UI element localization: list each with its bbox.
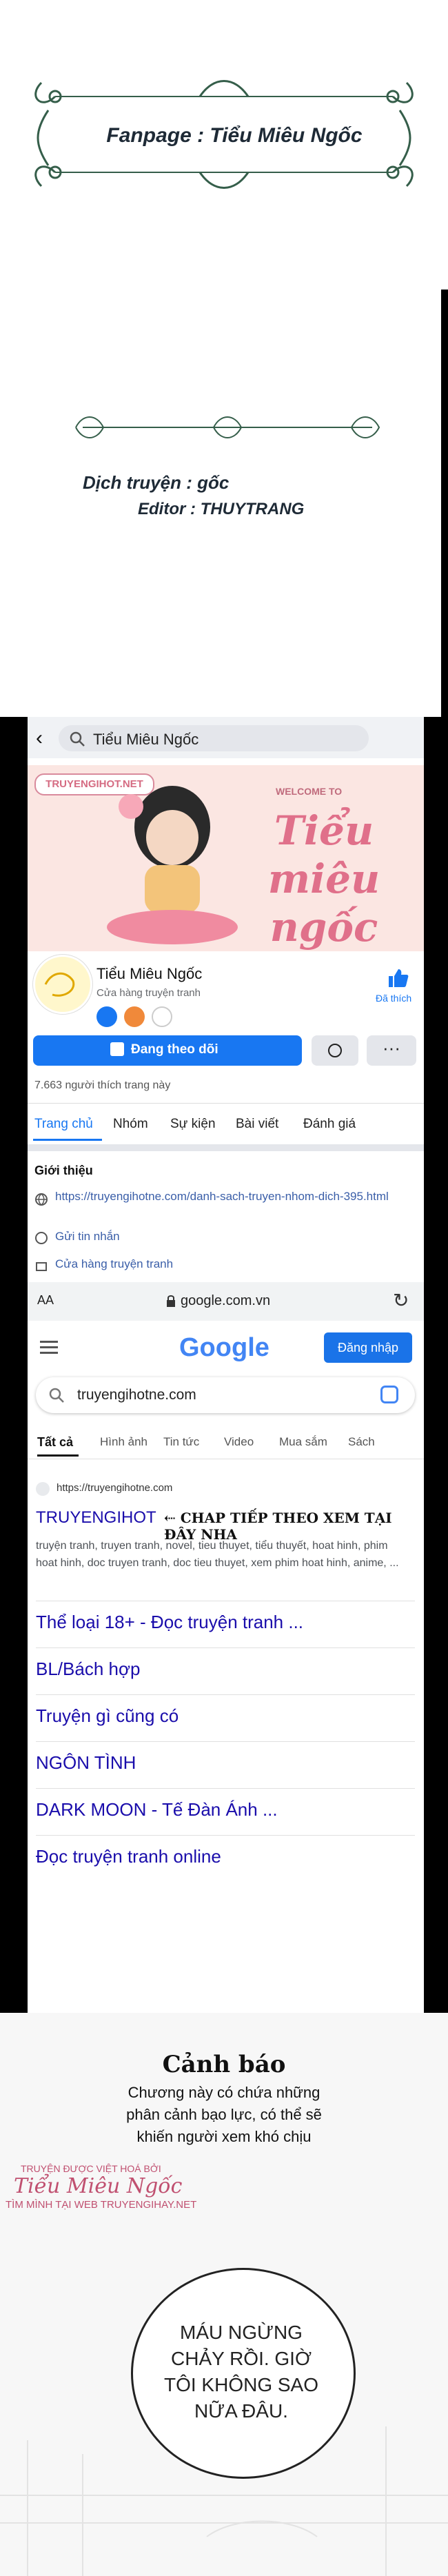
banner-welcome: WELCOME TO <box>276 786 343 797</box>
tab-groups[interactable]: Nhóm <box>113 1117 148 1132</box>
reader-mode-button[interactable]: AA <box>37 1293 54 1308</box>
site-favicon-icon <box>36 1482 50 1496</box>
store-icon <box>36 1262 47 1271</box>
like-label: Đã thích <box>376 993 412 1004</box>
sitelink-3[interactable]: Truyện gì cũng có <box>36 1705 179 1727</box>
right-frame <box>424 717 448 2013</box>
sitelink-1[interactable]: Thể loại 18+ - Đọc truyện tranh ... <box>36 1612 303 1633</box>
bubble-line-1: MÁU NGỪNG <box>180 2322 303 2343</box>
messenger-button[interactable] <box>312 1035 358 1066</box>
divider <box>36 1647 415 1648</box>
gtab-indicator <box>37 1454 79 1457</box>
gtab-books[interactable]: Sách <box>348 1435 375 1449</box>
warning-line-2: phân cảnh bạo lực, có thể sẽ <box>126 2106 322 2123</box>
google-logo: Google <box>179 1333 269 1362</box>
verified-icon[interactable] <box>152 1006 172 1027</box>
tab-events[interactable]: Sự kiện <box>170 1117 216 1132</box>
messenger-small-icon <box>35 1232 48 1244</box>
globe-icon <box>35 1193 48 1206</box>
avatar-doodle-icon <box>44 972 75 997</box>
likes-count: 7.663 người thích trang này <box>34 1079 171 1091</box>
gtab-news[interactable]: Tin tức <box>163 1435 199 1449</box>
send-message-link[interactable]: Gửi tin nhắn <box>55 1230 120 1244</box>
divider <box>36 1788 415 1789</box>
tab-reviews[interactable]: Đánh giá <box>303 1117 356 1132</box>
watermark-top: TRUYỆN ĐƯỢC VIỆT HOÁ BỞI <box>21 2163 161 2174</box>
sign-in-button[interactable]: Đăng nhập <box>324 1332 412 1363</box>
info-icon[interactable] <box>96 1006 117 1027</box>
divider <box>36 1741 415 1742</box>
bubble-line-2: CHẢY RỒI. GIỜ <box>171 2348 312 2369</box>
fanpage-credit: Fanpage : Tiểu Miêu Ngốc <box>106 124 363 147</box>
warning-line-1: Chương này có chứa những <box>128 2084 320 2101</box>
follow-check-icon <box>110 1042 124 1056</box>
edge-bar <box>441 290 448 717</box>
result-url[interactable]: https://truyengihotne.com <box>57 1482 172 1494</box>
badge-icon[interactable] <box>124 1006 145 1027</box>
page-name: Tiểu Miêu Ngốc <box>96 965 203 982</box>
warning-line-3: khiến người xem khó chịu <box>136 2128 312 2145</box>
translator-credit: Dịch truyện : gốc <box>83 472 230 493</box>
gtab-all[interactable]: Tất cả <box>37 1435 73 1450</box>
comic-panel: Cảnh báo Chương này có chứa những phân c… <box>0 2013 448 2576</box>
cover-banner: TRUYENGIHOT.NET WELCOME TO Tiểu miêu ngố… <box>28 765 424 951</box>
sitelink-2[interactable]: BL/Bách hợp <box>36 1659 140 1680</box>
messenger-icon <box>328 1044 342 1057</box>
divider <box>36 1694 415 1695</box>
fb-search-value: Tiểu Miêu Ngốc <box>93 731 199 748</box>
intro-link[interactable]: https://truyengihotne.com/danh-sach-truy… <box>55 1188 400 1205</box>
watermark-bottom: TÌM MÌNH TẠI WEB TRUYENGIHAY.NET <box>6 2199 197 2211</box>
tab-posts[interactable]: Bài viết <box>236 1117 278 1132</box>
left-frame <box>0 717 28 2013</box>
credits-section: Fanpage : Tiểu Miêu Ngốc Dịch truyện : g… <box>0 0 448 717</box>
sitelink-5[interactable]: DARK MOON - Tế Đàn Ánh ... <box>36 1799 278 1821</box>
following-label: Đang theo dõi <box>131 1042 218 1057</box>
tab-home[interactable]: Trang chủ <box>34 1117 93 1132</box>
intro-heading: Giới thiệu <box>34 1164 93 1177</box>
ornament-divider <box>75 416 380 438</box>
lens-icon[interactable] <box>380 1386 398 1403</box>
phone-screenshot: ‹ Tiểu Miêu Ngốc TRUYENGIHOT.NET WELCOME… <box>28 717 424 2013</box>
store-link[interactable]: Cửa hàng truyện tranh <box>55 1257 173 1271</box>
girl-illustration <box>107 786 238 944</box>
back-arrow-icon[interactable]: ‹ <box>36 727 43 750</box>
search-icon <box>70 731 85 747</box>
gtab-shopping[interactable]: Mua sắm <box>279 1435 327 1449</box>
page-category: Cửa hàng truyện tranh <box>96 987 201 999</box>
gtab-images[interactable]: Hình ảnh <box>100 1435 147 1449</box>
more-button[interactable]: ··· <box>367 1035 416 1066</box>
divider <box>28 1103 424 1104</box>
banner-script-title: Tiểu miêu ngốc <box>267 807 380 951</box>
divider <box>36 1835 415 1836</box>
result-snippet: truyện tranh, truyen tranh, novel, tieu … <box>36 1540 399 1569</box>
hamburger-menu-icon[interactable] <box>40 1341 58 1343</box>
bubble-line-4: NỮA ĐÂU. <box>194 2400 288 2422</box>
result-title[interactable]: TRUYENGIHOT <box>36 1508 156 1528</box>
tab-active-indicator <box>33 1139 102 1141</box>
editor-credit: Editor : THUYTRANG <box>138 500 305 518</box>
watermark-name: Tiểu Miêu Ngốc <box>14 2174 183 2198</box>
gtab-video[interactable]: Video <box>224 1435 254 1449</box>
sitelink-4[interactable]: NGÔN TÌNH <box>36 1752 136 1774</box>
section-gap <box>28 1144 424 1151</box>
lock-icon <box>167 1295 175 1307</box>
avatar[interactable] <box>33 955 92 1014</box>
thumbs-up-icon[interactable] <box>386 966 409 990</box>
google-query: truyengihotne.com <box>77 1387 196 1403</box>
sitelink-6[interactable]: Đọc truyện tranh online <box>36 1846 221 1867</box>
warning-title: Cảnh báo <box>162 2051 286 2078</box>
url-domain[interactable]: google.com.vn <box>181 1293 270 1309</box>
reload-icon[interactable]: ↻ <box>393 1289 409 1312</box>
google-search-icon <box>49 1388 64 1403</box>
bubble-line-3: TÔI KHÔNG SAO <box>163 2374 319 2395</box>
